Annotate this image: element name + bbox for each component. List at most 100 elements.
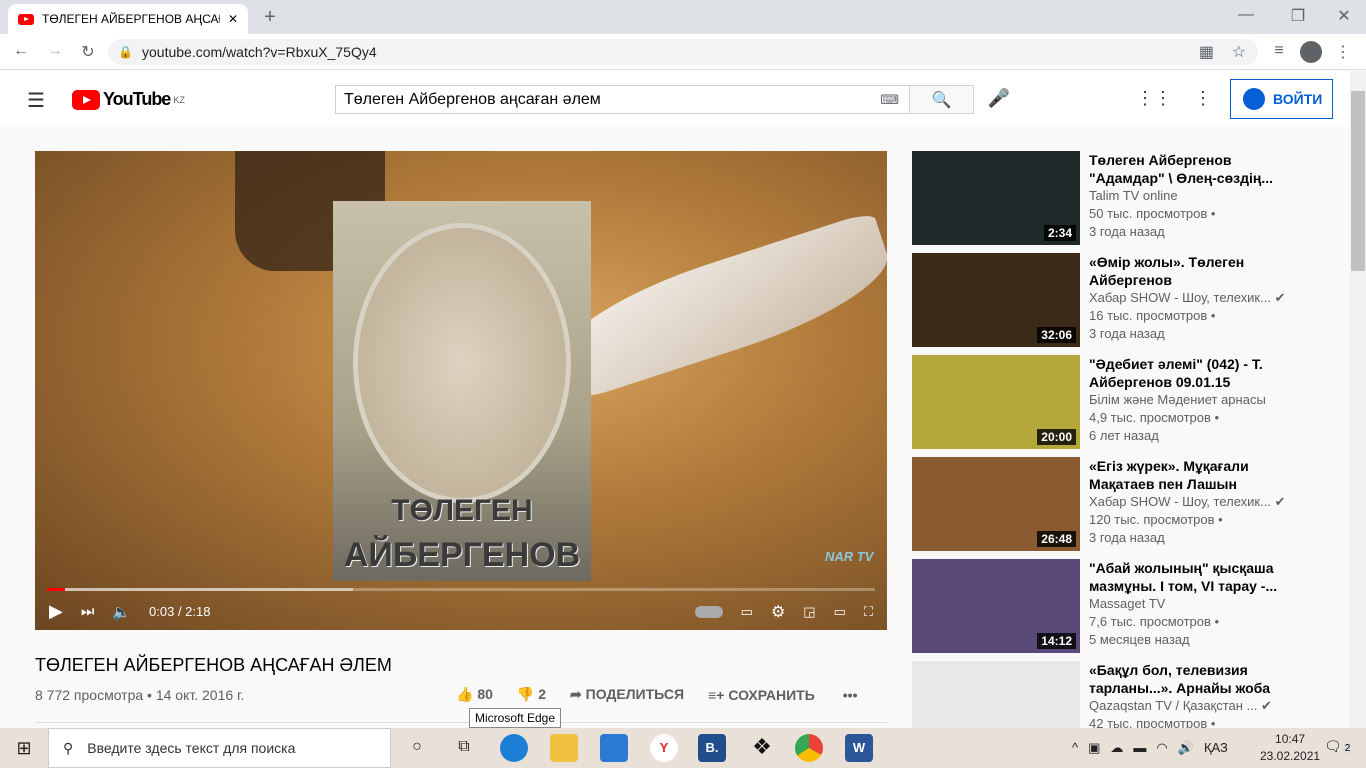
volume-icon[interactable]: 🔈 bbox=[112, 603, 131, 621]
youtube-logo[interactable]: YouTube KZ bbox=[72, 89, 185, 110]
channel-name[interactable]: Massaget TV bbox=[1089, 595, 1165, 613]
related-title[interactable]: «Бақұл бол, телевизия тарланы...». Арнай… bbox=[1089, 661, 1289, 697]
word-icon[interactable]: W bbox=[845, 734, 873, 762]
feather bbox=[549, 210, 887, 402]
mail-icon[interactable] bbox=[600, 734, 628, 762]
scrollbar[interactable] bbox=[1350, 71, 1366, 728]
bookmark-star-icon[interactable]: ☆ bbox=[1232, 42, 1246, 62]
subtitles-icon[interactable]: ▭ bbox=[741, 604, 753, 620]
channel-name[interactable]: Хабар SHOW - Шоу, телехик... ✔ bbox=[1089, 289, 1286, 307]
like-button[interactable]: 👍 80 bbox=[456, 686, 493, 703]
channel-name[interactable]: Білім және Мәдениет арнасы bbox=[1089, 391, 1266, 409]
video-thumbnail[interactable]: 20:00 bbox=[912, 355, 1080, 449]
wifi-icon[interactable]: ◠ bbox=[1156, 740, 1167, 756]
action-center-icon[interactable]: 🗨 2 bbox=[1324, 738, 1354, 755]
cortana-icon[interactable]: ○ bbox=[405, 738, 429, 756]
channel-name[interactable]: Talim TV online bbox=[1089, 187, 1178, 205]
related-title[interactable]: «Егіз жүрек». Мұқағали Мақатаев пен Лашы… bbox=[1089, 457, 1289, 493]
region-code: KZ bbox=[173, 94, 185, 105]
volume-icon[interactable]: 🔊 bbox=[1178, 740, 1194, 756]
address-bar[interactable]: 🔒 youtube.com/watch?v=RbxuX_75Qy4 ▦ ☆ bbox=[108, 39, 1258, 65]
notification-count: 2 bbox=[1341, 743, 1354, 754]
autoplay-toggle[interactable] bbox=[694, 605, 723, 618]
search-value: Төлеген Айбергенов аңсаған әлем bbox=[344, 90, 601, 108]
fullscreen-icon[interactable]: ⛶ bbox=[864, 604, 873, 620]
onedrive-icon[interactable]: ☁ bbox=[1110, 740, 1123, 756]
sign-in-button[interactable]: ВОЙТИ bbox=[1230, 79, 1333, 119]
file-explorer-icon[interactable] bbox=[550, 734, 578, 762]
minimize-button[interactable]: — bbox=[1236, 6, 1256, 24]
task-view-icon[interactable]: ⧉ bbox=[452, 738, 476, 756]
channel-name[interactable]: Qazaqstan TV / Қазақстан ... ✔ bbox=[1089, 697, 1272, 715]
reload-icon[interactable]: ↻ bbox=[77, 42, 99, 62]
close-window-button[interactable]: ✕ bbox=[1334, 6, 1354, 26]
video-thumbnail[interactable]: 2:34 bbox=[912, 151, 1080, 245]
dislike-button[interactable]: 👎 2 bbox=[517, 686, 546, 703]
hamburger-menu-icon[interactable]: ☰ bbox=[24, 88, 48, 113]
theater-mode-icon[interactable]: ▭ bbox=[834, 604, 846, 620]
related-title[interactable]: Төлеген Айбергенов "Адамдар" \ Өлең-сөзд… bbox=[1089, 151, 1289, 187]
related-title[interactable]: "Әдебиет әлемі" (042) - Т. Айбергенов 09… bbox=[1089, 355, 1289, 391]
edge-icon[interactable] bbox=[500, 734, 528, 762]
view-count: 50 тыс. просмотров • bbox=[1089, 206, 1216, 221]
search-input[interactable]: Төлеген Айбергенов аңсаған әлем ⌨ bbox=[335, 85, 910, 114]
related-title[interactable]: "Абай жолының" қысқаша мазмұны. I том, V… bbox=[1089, 559, 1289, 595]
close-tab-icon[interactable]: ✕ bbox=[228, 12, 238, 26]
sign-in-label: ВОЙТИ bbox=[1273, 91, 1323, 107]
media-queue-icon[interactable]: ≡ bbox=[1268, 42, 1290, 60]
related-title[interactable]: «Өмір жолы». Төлеген Айбергенов bbox=[1089, 253, 1289, 289]
apps-grid-icon[interactable]: ⋮⋮ bbox=[1136, 88, 1172, 109]
channel-name[interactable]: Хабар SHOW - Шоу, телехик... ✔ bbox=[1089, 493, 1286, 511]
lock-icon: 🔒 bbox=[118, 45, 133, 59]
view-count: 4,9 тыс. просмотров • bbox=[1089, 410, 1220, 425]
tab-title: ТӨЛЕГЕН АЙБЕРГЕНОВ АҢСАҒА bbox=[42, 12, 220, 26]
channel-label: Talim TV online bbox=[1089, 188, 1178, 203]
clock-time: 10:47 bbox=[1275, 732, 1306, 746]
url-text: youtube.com/watch?v=RbxuX_75Qy4 bbox=[142, 44, 377, 60]
windows-start-icon[interactable]: ⊞ bbox=[12, 738, 36, 759]
miniplayer-icon[interactable]: ◲ bbox=[803, 604, 815, 620]
chrome-icon[interactable] bbox=[795, 734, 823, 762]
related-video-item[interactable]: 14:12 "Абай жолының" қысқаша мазмұны. I … bbox=[912, 559, 1312, 653]
save-button[interactable]: ≡+ СОХРАНИТЬ bbox=[708, 687, 815, 703]
back-icon[interactable]: ← bbox=[10, 42, 32, 60]
view-count: 120 тыс. просмотров • bbox=[1089, 512, 1223, 527]
related-video-item[interactable]: 2:34 Төлеген Айбергенов "Адамдар" \ Өлең… bbox=[912, 151, 1312, 245]
related-video-item[interactable]: 20:00 "Әдебиет әлемі" (042) - Т. Айберге… bbox=[912, 355, 1312, 449]
video-thumbnail[interactable]: 32:06 bbox=[912, 253, 1080, 347]
dropbox-icon[interactable]: ❖ bbox=[748, 734, 776, 762]
channel-label: Хабар SHOW - Шоу, телехик... bbox=[1089, 290, 1271, 305]
clock[interactable]: 10:47 23.02.2021 bbox=[1260, 731, 1320, 765]
settings-more-icon[interactable]: ⋮ bbox=[1192, 88, 1214, 109]
share-button[interactable]: ➦ ПОДЕЛИТЬСЯ bbox=[570, 686, 684, 703]
more-actions-icon[interactable]: ••• bbox=[843, 687, 858, 703]
browser-tab[interactable]: ТӨЛЕГЕН АЙБЕРГЕНОВ АҢСАҒА ✕ bbox=[8, 4, 248, 34]
show-hidden-icons[interactable]: ^ bbox=[1072, 740, 1078, 756]
meet-now-icon[interactable]: ▣ bbox=[1088, 740, 1100, 756]
keyboard-icon[interactable]: ⌨ bbox=[880, 92, 899, 108]
microphone-icon[interactable]: 🎤 bbox=[988, 88, 1010, 109]
yandex-icon[interactable]: Y bbox=[650, 734, 678, 762]
maximize-button[interactable]: ❐ bbox=[1288, 6, 1308, 26]
progress-bar[interactable] bbox=[47, 588, 875, 591]
next-icon[interactable]: ⏭ bbox=[81, 603, 95, 620]
qr-icon[interactable]: ▦ bbox=[1199, 42, 1214, 62]
profile-avatar[interactable] bbox=[1300, 41, 1322, 63]
related-video-item[interactable]: 26:48 «Егіз жүрек». Мұқағали Мақатаев пе… bbox=[912, 457, 1312, 551]
related-video-item[interactable]: 32:06 «Өмір жолы». Төлеген Айбергенов Ха… bbox=[912, 253, 1312, 347]
video-thumbnail[interactable]: 14:12 bbox=[912, 559, 1080, 653]
menu-icon[interactable]: ⋮ bbox=[1332, 42, 1354, 62]
play-icon[interactable]: ▶ bbox=[49, 601, 63, 622]
taskbar-search[interactable]: ⚲ Введите здесь текст для поиска bbox=[48, 728, 391, 768]
battery-icon[interactable]: ▬ bbox=[1133, 740, 1146, 756]
language-indicator[interactable]: ҚАЗ bbox=[1204, 740, 1228, 756]
video-thumbnail[interactable]: 26:48 bbox=[912, 457, 1080, 551]
b-app-icon[interactable]: B. bbox=[698, 734, 726, 762]
search-button[interactable]: 🔍 bbox=[909, 85, 974, 114]
settings-gear-icon[interactable]: ⚙ bbox=[771, 602, 785, 622]
video-player[interactable]: ТӨЛЕГЕН АЙБЕРГЕНОВ NAR TV ▶ ⏭ 🔈 0:03 / 2… bbox=[35, 151, 887, 630]
share-label: ПОДЕЛИТЬСЯ bbox=[585, 686, 685, 702]
forward-icon[interactable]: → bbox=[44, 42, 66, 60]
new-tab-button[interactable]: + bbox=[258, 6, 282, 28]
upload-age: 3 года назад bbox=[1089, 530, 1165, 545]
